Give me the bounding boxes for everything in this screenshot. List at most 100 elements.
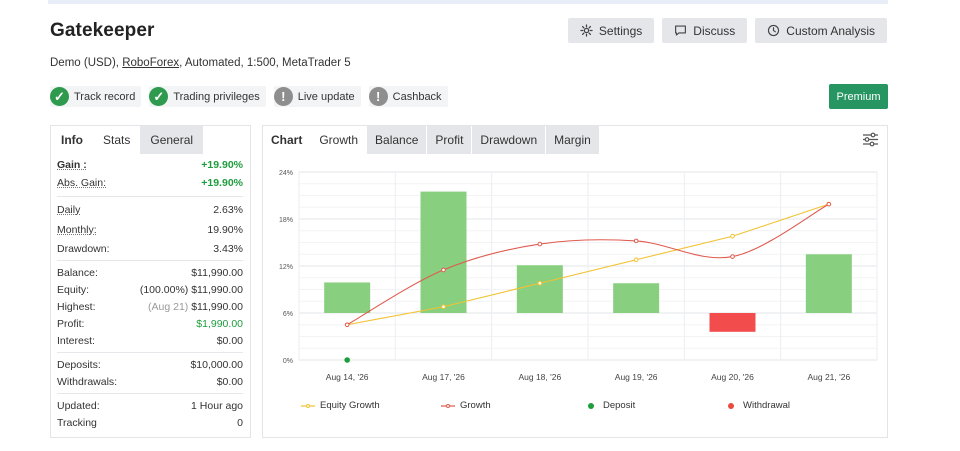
divider bbox=[57, 196, 243, 197]
stats-panel: Info Stats General Gain : +19.90% Abs. G… bbox=[50, 125, 251, 438]
chart-tabs: Chart Growth Balance Profit Drawdown Mar… bbox=[263, 126, 887, 154]
tab-info[interactable]: Info bbox=[51, 126, 93, 154]
stat-profit: Profit: $1,990.00 bbox=[57, 315, 243, 332]
stat-value: 3.43% bbox=[213, 242, 243, 255]
badge-label: Track record bbox=[74, 90, 136, 103]
tab-balance[interactable]: Balance bbox=[367, 126, 427, 154]
deposit-point bbox=[344, 357, 350, 363]
legend-withdrawal[interactable]: Withdrawal bbox=[724, 400, 790, 411]
badge-trading-privileges[interactable]: ✓ Trading privileges bbox=[149, 86, 266, 107]
badge-track-record[interactable]: ✓ Track record bbox=[50, 86, 142, 107]
stat-value: (Aug 21) $11,990.00 bbox=[148, 301, 243, 313]
x-tick-label: Aug 17, '26 bbox=[422, 372, 465, 382]
equity-growth-point bbox=[441, 304, 446, 310]
growth-point bbox=[730, 254, 735, 259]
stat-label[interactable]: Daily bbox=[57, 204, 80, 216]
stat-label: Highest: bbox=[57, 300, 96, 313]
check-icon: ✓ bbox=[149, 87, 169, 106]
check-icon: ✓ bbox=[50, 87, 69, 106]
tab-stats[interactable]: Stats bbox=[93, 126, 141, 154]
stat-value: $10,000.00 bbox=[190, 358, 243, 371]
chart-legend: Equity Growth Growth Deposit Withdrawal bbox=[301, 400, 790, 411]
stat-value: $1,990.00 bbox=[196, 317, 243, 330]
chart-bar bbox=[420, 191, 467, 313]
tab-drawdown[interactable]: Drawdown bbox=[472, 126, 546, 154]
divider bbox=[57, 352, 243, 353]
stat-label: Tracking bbox=[57, 416, 97, 429]
stat-gain: Gain : +19.90% bbox=[57, 156, 243, 173]
tab-margin[interactable]: Margin bbox=[546, 126, 599, 154]
x-tick-label: Aug 19, '26 bbox=[615, 372, 658, 382]
discuss-button[interactable]: Discuss bbox=[662, 18, 748, 43]
account-subtitle: Demo (USD), RoboForex, Automated, 1:500,… bbox=[50, 57, 351, 69]
chart-panel: Chart Growth Balance Profit Drawdown Mar… bbox=[262, 125, 888, 438]
stat-amount: $11,990.00 bbox=[191, 300, 243, 313]
equity-growth-point bbox=[730, 233, 735, 239]
account-type: Demo (USD), bbox=[50, 57, 123, 69]
stat-label: Withdrawals: bbox=[57, 375, 118, 388]
stat-withdrawals: Withdrawals: $0.00 bbox=[57, 373, 243, 390]
stat-note: (Aug 21) bbox=[148, 300, 189, 313]
stat-label: Balance: bbox=[57, 266, 98, 279]
gear-icon bbox=[580, 24, 593, 37]
tab-growth[interactable]: Growth bbox=[311, 126, 367, 154]
legend-growth[interactable]: Growth bbox=[441, 400, 584, 411]
legend-label: Equity Growth bbox=[320, 400, 380, 411]
stat-label[interactable]: Monthly: bbox=[57, 224, 97, 236]
chart-bar bbox=[516, 265, 563, 313]
stat-drawdown: Drawdown: 3.43% bbox=[57, 240, 243, 257]
x-tick-label: Aug 14, '26 bbox=[326, 372, 369, 382]
equity-growth-point bbox=[537, 280, 543, 286]
badge-label: Cashback bbox=[392, 90, 442, 103]
badge-cashback[interactable]: ! Cashback bbox=[368, 86, 448, 107]
page-title: Gatekeeper bbox=[50, 20, 155, 41]
legend-deposit[interactable]: Deposit bbox=[584, 400, 724, 411]
filter-icon[interactable] bbox=[862, 132, 879, 152]
stat-monthly: Monthly: 19.90% bbox=[57, 220, 243, 240]
x-tick-label: Aug 18, '26 bbox=[518, 372, 561, 382]
legend-equity-growth[interactable]: Equity Growth bbox=[301, 400, 441, 411]
stat-interest: Interest: $0.00 bbox=[57, 332, 243, 349]
stat-label[interactable]: Abs. Gain: bbox=[57, 177, 106, 189]
stat-value: 0 bbox=[237, 416, 243, 429]
badge-live-update[interactable]: ! Live update bbox=[273, 86, 361, 107]
broker-link[interactable]: RoboForex bbox=[122, 57, 179, 69]
custom-analysis-button[interactable]: Custom Analysis bbox=[755, 18, 887, 43]
stat-amount: $11,990.00 bbox=[191, 283, 243, 296]
verification-badges: ✓ Track record ✓ Trading privileges ! Li… bbox=[50, 86, 448, 107]
chart-bar bbox=[709, 313, 756, 332]
stat-value: 19.90% bbox=[207, 224, 243, 236]
chart-bar bbox=[324, 282, 371, 313]
stat-balance: Balance: $11,990.00 bbox=[57, 264, 243, 281]
legend-label: Deposit bbox=[603, 400, 636, 411]
clock-icon bbox=[767, 24, 780, 37]
stat-value: 2.63% bbox=[213, 204, 243, 216]
y-tick-label: 24% bbox=[279, 170, 293, 177]
stat-value: +19.90% bbox=[201, 177, 243, 189]
header-actions: Settings Discuss Custom Analysis bbox=[567, 18, 887, 43]
stat-deposits: Deposits: $10,000.00 bbox=[57, 356, 243, 373]
stat-label[interactable]: Gain : bbox=[57, 159, 87, 171]
equity-growth-point bbox=[633, 257, 639, 263]
stat-value: +19.90% bbox=[201, 158, 243, 171]
tab-chart[interactable]: Chart bbox=[263, 126, 311, 154]
settings-button[interactable]: Settings bbox=[567, 18, 655, 43]
top-strip bbox=[48, 0, 888, 4]
divider bbox=[57, 393, 243, 394]
y-tick-label: 6% bbox=[283, 311, 293, 318]
growth-point bbox=[537, 241, 543, 247]
premium-button[interactable]: Premium bbox=[829, 84, 888, 109]
chart-bar bbox=[613, 283, 660, 313]
y-tick-label: 12% bbox=[279, 264, 293, 271]
growth-point bbox=[633, 238, 639, 244]
tab-profit[interactable]: Profit bbox=[427, 126, 472, 154]
stat-value: $0.00 bbox=[216, 375, 243, 388]
stat-label: Deposits: bbox=[57, 358, 101, 371]
badge-label: Trading privileges bbox=[173, 90, 260, 103]
stat-label: Profit: bbox=[57, 317, 85, 330]
stat-label: Updated: bbox=[57, 399, 100, 412]
tab-general[interactable]: General bbox=[140, 126, 204, 154]
stat-abs-gain: Abs. Gain: +19.90% bbox=[57, 173, 243, 193]
growth-point bbox=[441, 267, 446, 273]
settings-label: Settings bbox=[598, 23, 643, 38]
